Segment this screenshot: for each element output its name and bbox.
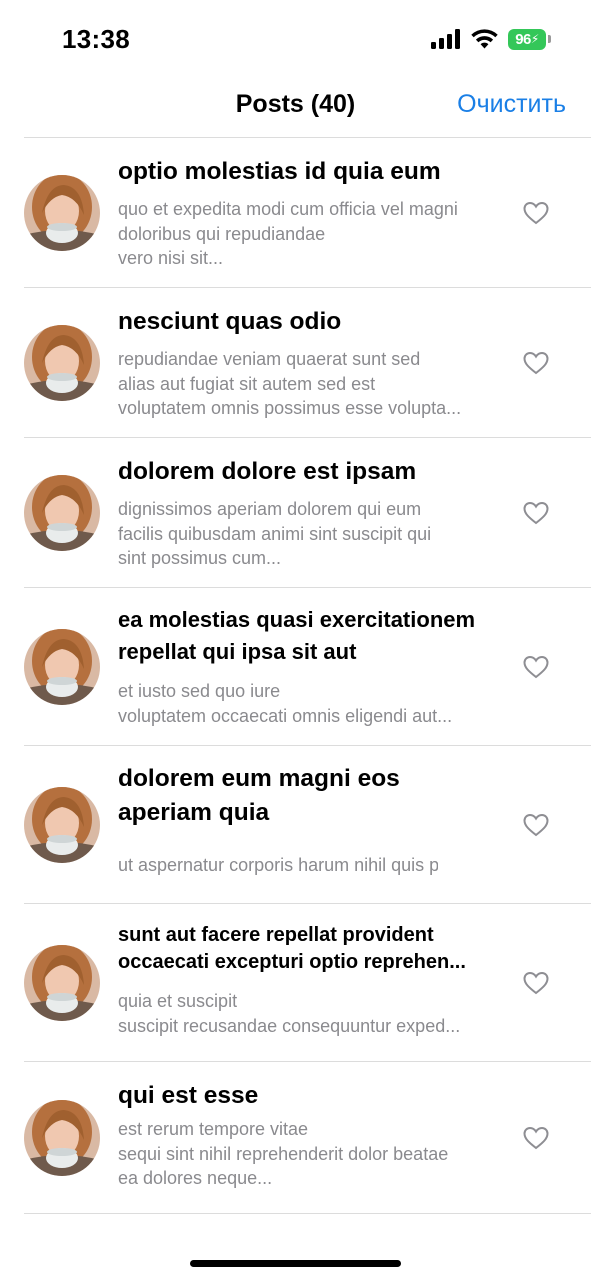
battery-level: 96 [515,30,531,48]
post-body-line: ut aspernatur corporis harum nihil quis … [118,855,438,875]
post-body-line: repudiandae veniam quaerat sunt sed [118,349,421,369]
post-body-line: voluptatem omnis possimus esse volupta..… [118,398,462,418]
post-title: dolorem dolore est ipsam [118,458,417,485]
post-body-line: et iusto sed quo iure [118,681,281,701]
post-body: quia et suscipit suscipit recusandae con… [118,989,490,1038]
post-body-line: voluptatem occaecati omnis eligendi aut.… [118,705,453,726]
post-item[interactable]: optio molestias id quia eum quo et exped… [0,138,591,288]
post-body: ut aspernatur corporis harum nihil quis … [118,853,438,878]
post-item[interactable]: nesciunt quas odio repudiandae veniam qu… [0,288,591,438]
post-item[interactable]: dolorem dolore est ipsam dignissimos ape… [0,438,591,588]
clear-button[interactable]: Очистить [457,90,566,119]
avatar [24,787,100,863]
avatar [24,325,100,401]
post-body-line: sint possimus cum... [118,548,282,568]
heart-icon[interactable] [523,655,549,679]
avatar [24,945,100,1021]
post-body: est rerum tempore vitae sequi sint nihil… [118,1117,490,1191]
post-body-line: quia et suscipit [118,991,238,1011]
post-body-line: sequi sint nihil reprehenderit dolor bea… [118,1143,449,1164]
post-item[interactable]: sunt aut facere repellat provident occae… [0,904,591,1062]
post-body-line: est rerum tempore vitae [118,1119,309,1139]
post-body-line: vero nisi sit... [118,248,224,268]
post-title: dolorem eum magni eos aperiam quia [118,765,400,826]
post-item[interactable]: ea molestias quasi exercitationem repell… [0,588,591,746]
post-body: et iusto sed quo iure voluptatem occaeca… [118,679,498,728]
battery-icon: 96 ⚡ [508,28,551,50]
status-bar: 13:38 96 ⚡ [0,0,591,80]
heart-icon[interactable] [523,1126,549,1150]
heart-icon[interactable] [523,501,549,525]
post-body: repudiandae veniam quaerat sunt sed alia… [118,347,490,421]
post-body-line: alias aut fugiat sit autem sed est [118,373,376,394]
avatar [24,1100,100,1176]
home-indicator[interactable] [190,1260,401,1267]
status-icons: 96 ⚡ [431,26,551,52]
cellular-signal-icon [431,29,460,49]
heart-icon[interactable] [523,971,549,995]
avatar [24,475,100,551]
post-body-line: dignissimos aperiam dolorem qui eum [118,499,422,519]
post-body-line: suscipit recusandae consequuntur exped..… [118,1015,461,1036]
heart-icon[interactable] [523,351,549,375]
heart-icon[interactable] [523,813,549,837]
post-title: optio molestias id quia eum [118,158,441,185]
row-divider [24,1213,591,1214]
status-time: 13:38 [62,24,130,54]
post-body-line: facilis quibusdam animi sint suscipit qu… [118,523,432,544]
avatar [24,629,100,705]
post-body: dignissimos aperiam dolorem qui eum faci… [118,497,490,571]
post-title: qui est esse [118,1082,259,1109]
post-title: nesciunt quas odio [118,308,342,335]
post-title: ea molestias quasi exercitationem repell… [118,607,476,664]
heart-icon[interactable] [523,201,549,225]
post-body-line: doloribus qui repudiandae [118,223,326,244]
navigation-bar: Posts (40) Очистить [0,80,591,138]
post-body-line: quo et expedita modi cum officia vel mag… [118,199,458,219]
post-body-line: ea dolores neque... [118,1168,273,1188]
post-body: quo et expedita modi cum officia vel mag… [118,197,490,271]
post-item[interactable]: qui est esse est rerum tempore vitae seq… [0,1062,591,1214]
post-item[interactable]: dolorem eum magni eos aperiam quia ut as… [0,746,591,904]
wifi-icon [471,29,498,49]
avatar [24,175,100,251]
post-title: sunt aut facere repellat provident occae… [118,924,466,973]
